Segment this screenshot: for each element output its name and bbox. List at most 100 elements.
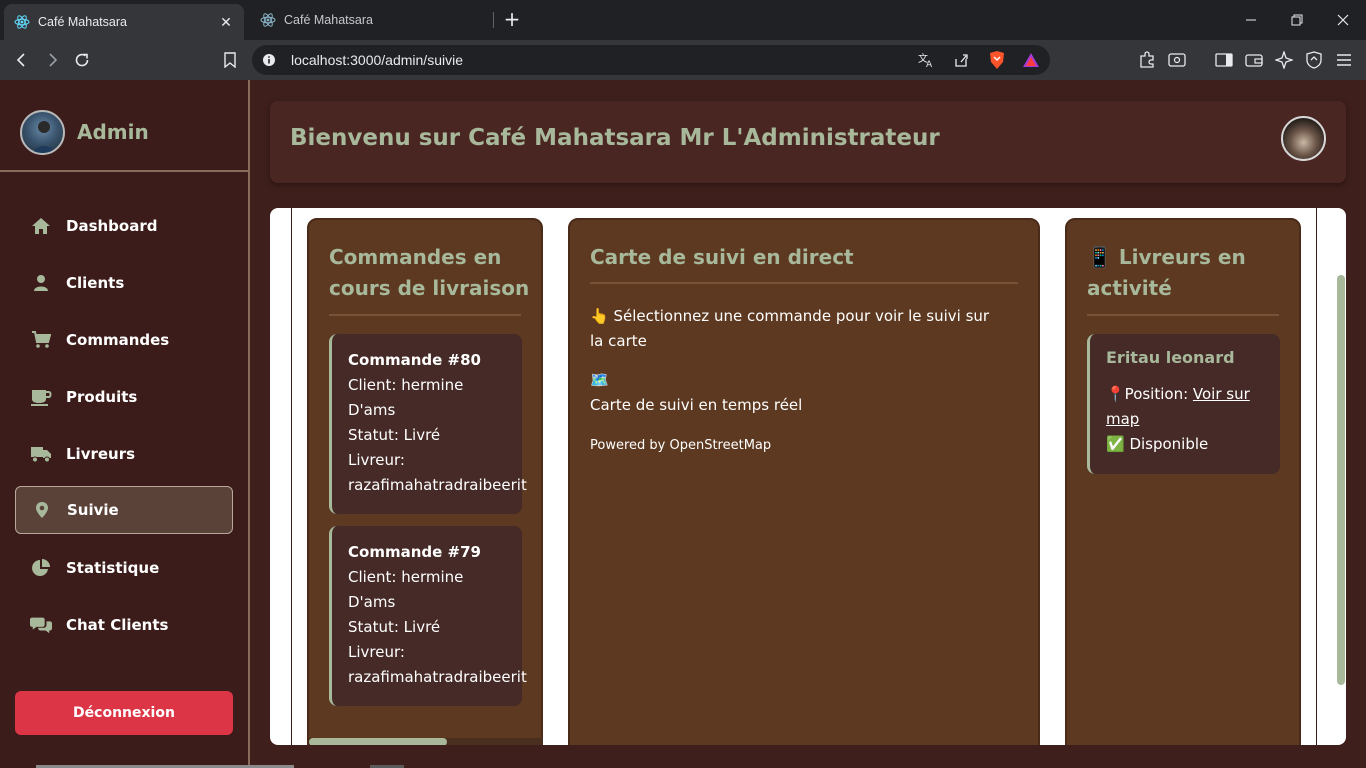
minimize-icon[interactable] [1228,0,1274,40]
browser-tab-inactive[interactable]: Café Mahatsara [250,4,494,36]
back-icon[interactable] [10,48,34,72]
map-attribution: Powered by OpenStreetMap [590,438,772,453]
sidebar-item-clients[interactable]: Clients [15,259,233,307]
welcome-header: Bienvenu sur Café Mahatsara Mr L'Adminis… [270,101,1346,183]
translate-icon[interactable]: 文A [915,48,939,72]
map-pin-icon [31,499,53,521]
order-status: Statut: Livré [348,426,441,444]
tracking-container: Commandes en cours de livraison Commande… [291,208,1317,745]
sidebar-item-label: Clients [66,274,125,292]
chat-icon [30,614,52,636]
sidebar-toggle-icon[interactable] [1212,48,1236,72]
browser-tab-active[interactable]: Café Mahatsara ✕ [4,4,244,40]
orders-panel-title: Commandes en cours de livraison [329,242,529,304]
map-panel-title: Carte de suivi en direct [590,245,854,269]
brave-shield-icon[interactable] [985,48,1009,72]
restore-icon[interactable] [1274,0,1320,40]
reload-icon[interactable] [70,48,94,72]
tab-search-icon[interactable] [1165,48,1189,72]
truck-icon [30,443,52,465]
wallet-icon[interactable] [1242,48,1266,72]
horizontal-scrollbar-thumb[interactable] [309,738,447,745]
leo-ai-icon[interactable] [1272,48,1296,72]
sidebar-item-commandes[interactable]: Commandes [15,316,233,364]
position-label: 📍Position: [1106,385,1193,403]
map-hint: 👆 Sélectionnez une commande pour voir le… [590,304,989,354]
livreurs-panel-title: 📱 Livreurs en activité [1087,242,1246,304]
bookmark-icon[interactable] [218,48,242,72]
forward-icon[interactable] [40,48,64,72]
order-title: Commande #79 [348,543,481,561]
order-client-rest: D'ams [348,593,396,611]
livreur-name: Eritau leonard [1106,348,1235,367]
sidebar-item-produits[interactable]: Produits [15,373,233,421]
sidebar-item-label: Suivie [67,501,119,519]
divider [329,314,521,316]
sidebar-item-dashboard[interactable]: Dashboard [15,202,233,250]
livreurs-panel: 📱 Livreurs en activité Eritau leonard 📍P… [1065,218,1301,745]
sidebar-item-statistique[interactable]: Statistique [15,544,233,592]
order-details: Commande #80 Client: hermine D'ams Statu… [348,348,527,498]
page-title: Bienvenu sur Café Mahatsara Mr L'Adminis… [290,125,940,151]
tab-separator [493,12,494,28]
menu-icon[interactable] [1332,48,1356,72]
order-livreur: razafimahatradraibeerit [348,668,527,686]
extensions-icon[interactable] [1135,48,1159,72]
mug-icon [30,386,52,408]
home-icon [30,215,52,237]
order-livreur-label: Livreur: [348,643,405,661]
map-caption: Carte de suivi en temps réel [590,396,803,414]
react-icon [14,14,30,30]
view-on-map-link-cont[interactable]: map [1106,410,1139,428]
order-card[interactable]: Commande #79 Client: hermine D'ams Statu… [329,526,527,706]
sidebar: Admin Dashboard Clients Commandes Produi… [0,80,250,768]
map-panel: Carte de suivi en direct 👆 Sélectionnez … [568,218,1040,745]
orders-panel: Commandes en cours de livraison Commande… [307,218,543,745]
vertical-scrollbar-thumb[interactable] [1337,275,1345,685]
sidebar-item-livreurs[interactable]: Livreurs [15,430,233,478]
logout-button[interactable]: Déconnexion [15,691,233,735]
order-card[interactable]: Commande #80 Client: hermine D'ams Statu… [329,334,527,514]
close-tab-icon[interactable]: ✕ [218,14,234,31]
map-hint-line2: la carte [590,332,647,350]
pie-chart-icon [30,557,52,579]
livreur-status: ✅ Disponible [1106,435,1209,453]
share-icon[interactable] [949,48,973,72]
sidebar-item-label: Dashboard [66,217,158,235]
sidebar-title: Admin [77,120,149,144]
sidebar-item-chat-clients[interactable]: Chat Clients [15,601,233,649]
vpn-icon[interactable] [1302,48,1326,72]
tab-title: Café Mahatsara [38,15,127,29]
order-client: Client: hermine [348,568,464,586]
sidebar-item-suivie[interactable]: Suivie [15,486,233,534]
main-content: Commandes en cours de livraison Commande… [270,208,1346,745]
close-window-icon[interactable] [1320,0,1366,40]
view-on-map-link[interactable]: Voir sur [1193,385,1250,403]
site-info-icon[interactable] [257,48,281,72]
react-icon [260,12,276,28]
sidebar-item-label: Livreurs [66,445,136,463]
divider [590,282,1018,284]
map-placeholder: 🗺️ Carte de suivi en temps réel [590,368,802,418]
sidebar-item-label: Commandes [66,331,170,349]
divider [1087,314,1279,316]
sidebar-header: Admin [0,80,248,172]
livreur-card[interactable]: Eritau leonard 📍Position: Voir sur map ✅… [1087,334,1280,474]
new-tab-icon[interactable]: + [500,8,524,32]
livreurs-title-line1: 📱 Livreurs en [1087,245,1246,269]
tab-title: Café Mahatsara [284,13,373,27]
url-text: localhost:3000/admin/suivie [291,52,463,68]
order-title: Commande #80 [348,351,481,369]
profile-avatar[interactable] [1281,116,1326,161]
orders-title-line2: cours de livraison [329,276,530,300]
livreurs-title-line2: activité [1087,276,1172,300]
order-livreur: razafimahatradraibeerit [348,476,527,494]
sidebar-item-label: Chat Clients [66,616,169,634]
order-details: Commande #79 Client: hermine D'ams Statu… [348,540,527,690]
browser-tabbar: Café Mahatsara ✕ Café Mahatsara + [0,0,1366,40]
brave-rewards-icon[interactable] [1019,48,1043,72]
svg-text:A: A [926,60,933,68]
sidebar-item-label: Statistique [66,559,160,577]
admin-avatar [20,110,65,155]
app-root: Admin Dashboard Clients Commandes Produi… [0,80,1366,768]
